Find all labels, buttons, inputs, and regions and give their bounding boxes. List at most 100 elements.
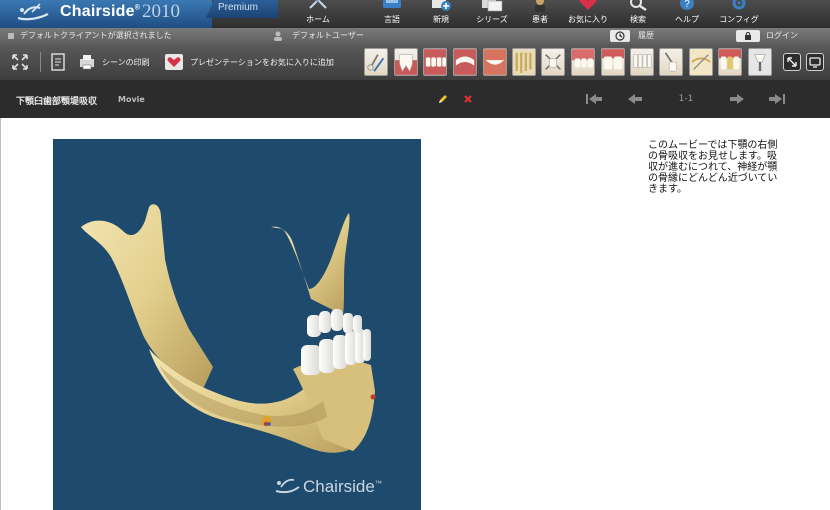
nav-help[interactable]: ? ヘルプ xyxy=(672,0,702,28)
nav-patient[interactable]: 患者 xyxy=(526,0,554,28)
mandible-3d-render xyxy=(81,204,376,453)
toolbar-divider xyxy=(40,52,41,72)
smile-thumbnail-icon xyxy=(484,49,506,75)
chairside-watermark-logo-icon xyxy=(275,478,300,494)
nav-series[interactable]: シリーズ xyxy=(472,0,512,28)
scene-thumbnail[interactable] xyxy=(512,48,536,76)
scene-toolbar: シーンの印刷 プレゼンテーションをお気に入りに追加 xyxy=(0,44,830,80)
extraction-thumbnail-icon xyxy=(664,52,677,72)
scene-thumbnail[interactable] xyxy=(423,48,447,76)
scene-thumbnail[interactable] xyxy=(659,48,683,76)
brand-name: Chairside® xyxy=(60,3,140,21)
brand-area: Chairside® 2010 xyxy=(0,0,212,28)
config-icon xyxy=(732,0,746,10)
svg-text:?: ? xyxy=(684,0,690,10)
nav-config[interactable]: コンフィグ xyxy=(718,0,760,28)
scene-thumbnail[interactable] xyxy=(630,48,654,76)
molar-thumbnail-icon xyxy=(395,54,417,75)
dental-tools-thumbnail-icon xyxy=(367,54,385,72)
clock-icon xyxy=(615,31,625,41)
previous-page-icon[interactable] xyxy=(626,93,644,105)
chairside-watermark: Chairside™ xyxy=(273,471,413,501)
nav-help-label: ヘルプ xyxy=(675,15,699,24)
history-button[interactable] xyxy=(610,30,630,42)
roots-thumbnail-icon xyxy=(513,49,535,75)
series-icon xyxy=(482,0,503,12)
edition-badge: Premium xyxy=(206,0,278,18)
first-page-icon[interactable] xyxy=(585,93,603,105)
lower-teeth-thumbnail-icon xyxy=(633,54,652,68)
nav-home[interactable]: ホーム xyxy=(300,0,336,28)
crowns-thumbnail-icon xyxy=(602,49,624,70)
brace-thumbnail-icon xyxy=(690,49,712,75)
arch-thumbnail-icon xyxy=(454,49,476,75)
scene-thumbnail[interactable] xyxy=(748,48,772,76)
scene-title: 下顎臼歯部顎堤吸収 xyxy=(16,97,98,107)
login-label[interactable]: ログイン xyxy=(766,28,798,44)
nav-search[interactable]: 検索 xyxy=(622,0,654,28)
edit-pencil-icon[interactable] xyxy=(437,93,449,105)
next-page-icon[interactable] xyxy=(728,93,746,105)
watermark-text: Chairside™ xyxy=(303,477,382,497)
nav-new[interactable]: 新規 xyxy=(426,0,456,28)
favorites-icon xyxy=(579,0,597,10)
current-user-text: デフォルトユーザー xyxy=(292,31,364,40)
nav-search-label: 検索 xyxy=(630,15,646,24)
expand-view-button[interactable] xyxy=(783,53,801,71)
monitor-icon xyxy=(809,57,821,68)
add-favorite-heart-icon[interactable] xyxy=(164,52,184,72)
scene-thumbnail[interactable] xyxy=(541,48,565,76)
print-icon[interactable] xyxy=(78,52,96,72)
scene-thumbnail[interactable] xyxy=(483,48,507,76)
nav-config-label: コンフィグ xyxy=(719,15,759,24)
last-page-icon[interactable] xyxy=(768,93,786,105)
expand-icon xyxy=(787,57,797,67)
user-icon xyxy=(274,31,282,41)
chairside-app-window: Chairside® 2010 Premium ホーム 言語 新規 シリーズ 患… xyxy=(0,0,830,510)
nav-language-label: 言語 xyxy=(384,15,400,24)
patient-icon xyxy=(535,0,545,12)
document-icon[interactable] xyxy=(50,52,66,72)
new-icon xyxy=(432,0,451,11)
nav-home-label: ホーム xyxy=(306,15,330,24)
nav-favorites[interactable]: お気に入り xyxy=(564,0,612,28)
print-scene-button[interactable]: シーンの印刷 xyxy=(102,57,150,68)
top-navigation-bar: Chairside® 2010 Premium ホーム 言語 新規 シリーズ 患… xyxy=(0,0,830,28)
nav-patient-label: 患者 xyxy=(532,15,548,24)
scene-thumbnail[interactable] xyxy=(718,48,742,76)
tooth-tools-thumbnail-icon xyxy=(545,54,561,70)
page-indicator: 1-1 xyxy=(678,94,694,104)
teeth-row-thumbnail-icon xyxy=(424,49,446,75)
movie-player[interactable]: Chairside™ xyxy=(53,139,421,510)
scene-thumbnail[interactable] xyxy=(571,48,595,76)
scene-title-bar: 下顎臼歯部顎堤吸収 Movie 1-1 xyxy=(0,80,830,118)
client-icon xyxy=(8,33,14,39)
language-icon xyxy=(383,0,401,8)
implant-thumbnail-icon xyxy=(749,49,771,75)
scene-thumbnail[interactable] xyxy=(364,48,388,76)
history-label[interactable]: 履歴 xyxy=(638,28,654,44)
brand-registered-mark: ® xyxy=(134,4,141,12)
status-bar: デフォルトクライアントが選択されました デフォルトユーザー 履歴 ログイン xyxy=(0,28,830,44)
presentation-mode-button[interactable] xyxy=(806,53,824,71)
scene-description: このムービーでは下顎の右側の骨吸収をお見せします。吸収が進むにつれて、神経が顎の… xyxy=(648,140,778,195)
scene-thumbnail[interactable] xyxy=(601,48,625,76)
lock-icon xyxy=(745,32,751,40)
scene-thumbnail[interactable] xyxy=(453,48,477,76)
search-icon xyxy=(630,0,647,11)
scene-thumbnail[interactable] xyxy=(689,48,713,76)
nav-series-label: シリーズ xyxy=(476,15,508,24)
fullscreen-grid-icon[interactable] xyxy=(10,52,30,72)
scene-type-label: Movie xyxy=(118,95,145,104)
bridge-thumbnail-icon xyxy=(719,49,741,70)
nav-new-label: 新規 xyxy=(433,15,449,24)
login-button[interactable] xyxy=(736,30,760,42)
brand-name-text: Chairside xyxy=(60,3,135,20)
selected-client-text: デフォルトクライアントが選択されました xyxy=(20,31,172,40)
add-to-favorites-button[interactable]: プレゼンテーションをお気に入りに追加 xyxy=(190,57,334,68)
scene-thumbnail[interactable] xyxy=(394,48,418,76)
watermark-trademark: ™ xyxy=(374,480,382,488)
scene-content: Chairside™ このムービーでは下顎の右側の骨吸収をお見せします。吸収が進… xyxy=(0,118,830,510)
nav-language[interactable]: 言語 xyxy=(376,0,408,28)
delete-x-icon[interactable] xyxy=(462,93,474,105)
